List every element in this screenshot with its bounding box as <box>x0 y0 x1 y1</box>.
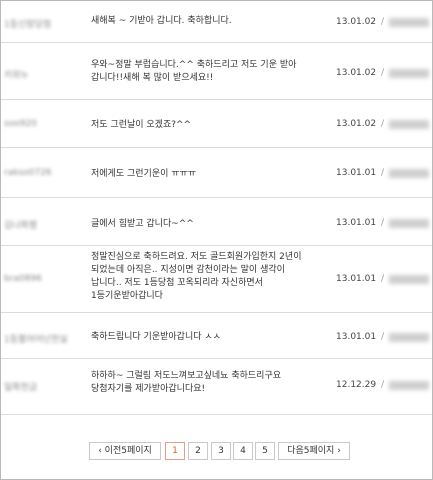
comment-date: 13.01.01 <box>336 274 377 284</box>
masked-ip <box>389 69 429 78</box>
comment-date: 13.01.02 <box>336 119 377 129</box>
comment-message: 글에서 힘받고 갑니다~^^ <box>91 219 194 229</box>
comment-row: 1등불어어넌천실 축하드립니다 기운받아갑니다 ㅅㅅ 13.01.01 / <box>1 313 432 359</box>
prev-5-pages-button[interactable]: ‹ 이전5페이지 <box>89 442 161 460</box>
date-ip-separator: / <box>381 17 385 27</box>
comment-nickname[interactable]: 일확천금 <box>4 380 37 393</box>
date-ip-separator: / <box>381 218 385 228</box>
comment-nickname[interactable]: bra0896 <box>4 274 42 284</box>
comment-row: 일확천금 하하하~ 그럴림 저도느껴보고싶네뇨 축하드리구요 당첨자기를 제가받… <box>1 359 432 415</box>
next-5-pages-button[interactable]: 다음5페이지 › <box>278 442 350 460</box>
comment-message: 정말진심으로 축하드려요. 저도 골드회원가입한지 2년이 되었는데 아직은..… <box>91 252 302 301</box>
comment-nickname[interactable]: 키위누 <box>4 68 29 81</box>
comment-date: 13.01.01 <box>336 218 377 228</box>
comment-date: 13.01.02 <box>336 17 377 27</box>
comment-message: 저에게도 그런기운이 ㅠㅠㅠ <box>91 169 197 179</box>
masked-ip <box>389 333 429 342</box>
masked-ip <box>389 275 429 284</box>
page-button-3[interactable]: 3 <box>211 442 231 460</box>
page-button-1[interactable]: 1 <box>165 442 185 460</box>
date-ip-separator: / <box>381 332 385 342</box>
comment-nickname[interactable]: soo920 <box>4 119 37 129</box>
comment-message: 축하드립니다 기운받아갑니다 ㅅㅅ <box>91 332 221 342</box>
comment-nickname[interactable]: 1등신랑당첨 <box>4 17 51 30</box>
pagination: ‹ 이전5페이지 1 2 3 4 5 다음5페이지 › <box>1 442 432 460</box>
page-button-2[interactable]: 2 <box>188 442 208 460</box>
comment-date: 13.01.02 <box>336 68 377 78</box>
comment-message: 하하하~ 그럴림 저도느껴보고싶네뇨 축하드리구요 당첨자기를 제가받아갑니다요… <box>91 371 282 394</box>
comment-date: 13.01.01 <box>336 168 377 178</box>
comment-message: 우와~정말 부럽습니다.^^ 축하드리고 저도 기운 받아 갑니다!!새해 복 … <box>91 60 297 83</box>
date-ip-separator: / <box>381 380 385 390</box>
comment-message: 저도 그런날이 오겠죠?^^ <box>91 120 192 130</box>
comment-date: 12.12.29 <box>336 380 377 390</box>
comment-nickname[interactable]: rakso0726 <box>4 168 52 178</box>
comment-row: bra0896 정말진심으로 축하드려요. 저도 골드회원가입한지 2년이 되었… <box>1 246 432 313</box>
comment-date: 13.01.01 <box>336 332 377 342</box>
date-ip-separator: / <box>381 168 385 178</box>
comment-row: 김나화평 글에서 힘받고 갑니다~^^ 13.01.01 / <box>1 198 432 246</box>
masked-ip <box>389 18 429 27</box>
comment-nickname[interactable]: 김나화평 <box>4 218 37 231</box>
date-ip-separator: / <box>381 274 385 284</box>
date-ip-separator: / <box>381 68 385 78</box>
page-button-5[interactable]: 5 <box>255 442 275 460</box>
masked-ip <box>389 169 429 178</box>
comment-row: 키위누 우와~정말 부럽습니다.^^ 축하드리고 저도 기운 받아 갑니다!!새… <box>1 43 432 100</box>
comment-row: soo920 저도 그런날이 오겠죠?^^ 13.01.02 / <box>1 100 432 148</box>
comment-row: 1등신랑당첨 새해복 ~ 기받아 갑니다. 축하합니다. 13.01.02 / <box>1 1 432 43</box>
date-ip-separator: / <box>381 119 385 129</box>
comment-row: rakso0726 저에게도 그런기운이 ㅠㅠㅠ 13.01.01 / <box>1 148 432 198</box>
masked-ip <box>389 381 429 390</box>
page-button-4[interactable]: 4 <box>233 442 253 460</box>
comment-message: 새해복 ~ 기받아 갑니다. 축하합니다. <box>91 16 232 26</box>
comment-nickname[interactable]: 1등불어어넌천실 <box>4 332 68 345</box>
masked-ip <box>389 219 429 228</box>
comment-list-panel: 1등신랑당첨 새해복 ~ 기받아 갑니다. 축하합니다. 13.01.02 / … <box>0 0 433 480</box>
masked-ip <box>389 120 429 129</box>
